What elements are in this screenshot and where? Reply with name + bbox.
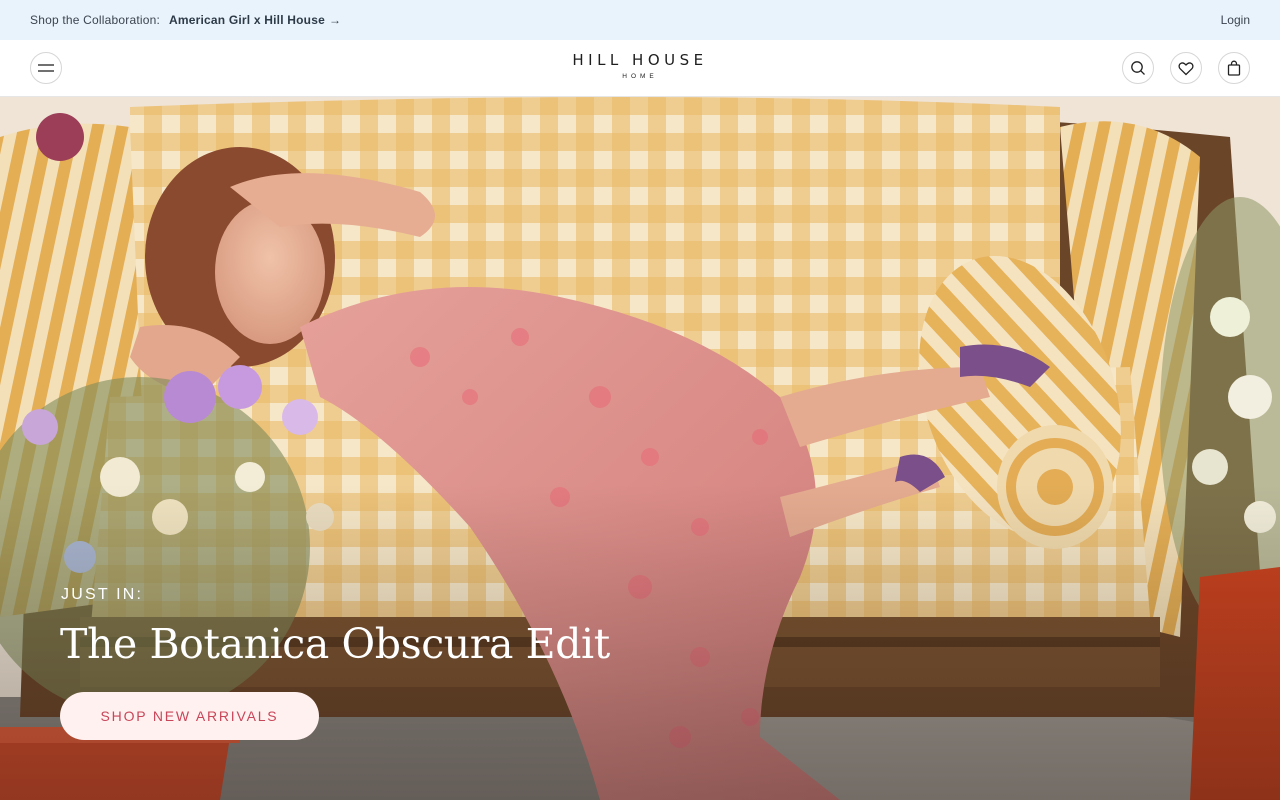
logo-subline: HOME bbox=[622, 73, 658, 80]
hero-title: The Botanica Obscura Edit bbox=[60, 620, 610, 668]
shop-new-arrivals-button[interactable]: SHOP NEW ARRIVALS bbox=[60, 692, 319, 740]
site-logo[interactable]: HILL HOUSE HOME bbox=[540, 51, 740, 80]
announcement-bar: Shop the Collaboration: American Girl x … bbox=[0, 0, 1280, 40]
collaboration-link[interactable]: American Girl x Hill House → bbox=[169, 13, 341, 27]
logo-wordmark: HILL HOUSE bbox=[572, 51, 708, 69]
cart-button[interactable] bbox=[1218, 52, 1250, 84]
announcement-left: Shop the Collaboration: American Girl x … bbox=[30, 13, 341, 27]
site-header: HILL HOUSE HOME bbox=[0, 40, 1280, 97]
hero-banner[interactable]: JUST IN: The Botanica Obscura Edit SHOP … bbox=[0, 97, 1280, 800]
arrow-right-icon: → bbox=[328, 13, 342, 27]
menu-icon bbox=[38, 64, 54, 72]
search-button[interactable] bbox=[1122, 52, 1154, 84]
collaboration-link-label: American Girl x Hill House bbox=[169, 13, 325, 27]
login-link[interactable]: Login bbox=[1221, 13, 1250, 27]
search-icon bbox=[1131, 61, 1145, 75]
hero-eyebrow: JUST IN: bbox=[61, 586, 144, 603]
menu-button[interactable] bbox=[30, 52, 62, 84]
bag-icon bbox=[1227, 60, 1241, 76]
heart-icon bbox=[1178, 61, 1194, 75]
wishlist-button[interactable] bbox=[1170, 52, 1202, 84]
announcement-prefix: Shop the Collaboration: bbox=[30, 13, 161, 27]
